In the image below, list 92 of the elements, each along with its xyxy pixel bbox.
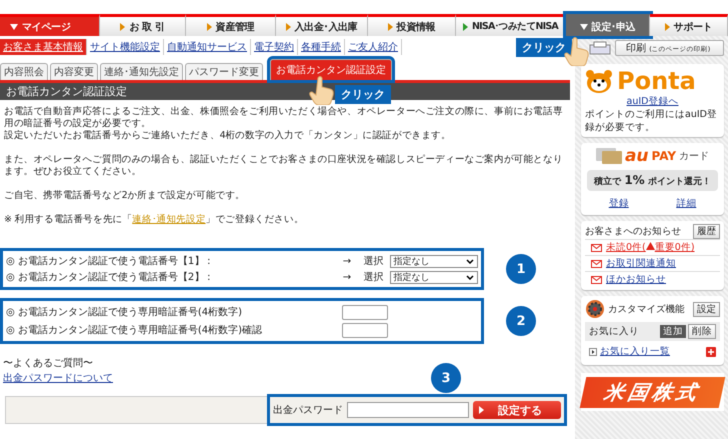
chevron-down-icon — [466, 258, 474, 264]
tab[interactable]: パスワード変更 — [185, 63, 263, 80]
intro-paragraph: ご自宅、携帯電話番号など2か所まで設定が可能です。 — [4, 190, 246, 202]
tab[interactable]: 内容照会 — [0, 63, 48, 80]
phone-select[interactable]: 指定なし — [390, 254, 478, 268]
colon-text: : — [207, 256, 212, 266]
settings-button[interactable]: 設定 — [692, 302, 720, 316]
caret-right-icon — [286, 22, 291, 30]
intro-paragraph: ※ 利用する電話番号を先に「連絡･通知先設定」でご登録ください。 — [4, 214, 305, 226]
favorites-label: お気に入り — [589, 325, 639, 338]
step-badge: 2 — [506, 306, 536, 336]
customize-title: カスタマイズ機能 — [608, 302, 685, 316]
intro-paragraph: お電話で自動音声応答によるご注文、出金、株価照会をご利用いただく場合や、オペレーターへご注文の際に、事前にお電話専用の暗証番号の設定が必要です。 — [4, 106, 564, 130]
bear-face-icon — [585, 69, 613, 93]
faq-heading: 〜よくあるご質問〜 — [3, 356, 94, 371]
caret-right-icon — [120, 22, 126, 30]
envelope-icon — [591, 260, 602, 268]
password-input[interactable] — [347, 402, 469, 418]
unread-link[interactable]: 未読0件( 重要0件) — [606, 241, 695, 254]
hand-pointer-icon — [309, 75, 335, 105]
envelope-icon — [591, 276, 602, 284]
click-callout: クリック — [335, 85, 391, 104]
password-label: 出金パスワード — [273, 404, 343, 417]
printer-icon — [589, 41, 611, 55]
subnav-link[interactable]: 各種手続 — [298, 39, 345, 55]
pin-label: ◎ お電話カンタン認証で使う専用暗証番号(4桁数字) — [6, 306, 244, 319]
subnav-link[interactable]: サイト機能設定 — [87, 39, 164, 55]
nav-tab[interactable]: 入出金･入出庫 — [276, 14, 368, 36]
nav-tab[interactable]: 資産管理 — [186, 14, 276, 36]
ponta-note: ポイントのご利用にはauID登録が必要です。 — [585, 108, 718, 134]
us-stocks-banner[interactable]: 米国株式 — [580, 377, 726, 408]
select-label: 選択 — [363, 255, 384, 268]
chevron-down-icon — [466, 274, 474, 280]
subnav-link[interactable]: お客さま基本情報 — [0, 39, 87, 55]
history-button[interactable]: 履歴 — [692, 224, 720, 239]
pin-input[interactable] — [342, 322, 388, 338]
plus-icon[interactable] — [706, 346, 716, 356]
phone-label: ◎ お電話カンタン認証で使う電話番号【1】 — [6, 254, 206, 268]
subnav-link[interactable]: 電子契約 — [251, 39, 298, 55]
intro-paragraph: 設定いただいたお電話番号からご連絡いただき、4桁の数字の入力で「カンタン」に認証ができます。 — [4, 130, 452, 142]
tab[interactable]: お電話カンタン認証設定 — [270, 59, 392, 80]
nav-tab[interactable]: 設定･申込 — [566, 14, 650, 36]
step-badge: 1 — [506, 254, 536, 284]
tab[interactable]: 内容変更 — [50, 63, 98, 80]
nav-tab[interactable]: 投資情報 — [368, 14, 456, 36]
faq-link[interactable]: 出金パスワードについて — [3, 373, 113, 384]
caret-right-icon — [589, 348, 597, 356]
nav-tab[interactable]: サポート — [650, 14, 728, 36]
nav-tab[interactable]: お 取 引 — [100, 14, 186, 36]
caret-right-icon — [388, 22, 393, 30]
click-callout: クリック — [516, 38, 572, 57]
caret-right-icon — [463, 22, 468, 30]
warning-icon — [646, 242, 655, 250]
caret-down-icon — [580, 24, 588, 30]
select-label: 選択 — [363, 271, 384, 284]
gear-icon — [585, 299, 605, 319]
notice-title: お客さまへのお知らせ — [585, 225, 682, 238]
colon-text: : — [207, 272, 212, 282]
notice-link[interactable]: ほかお知らせ — [606, 273, 666, 286]
card-link[interactable]: 詳細 — [676, 197, 696, 210]
nav-tab[interactable]: マイページ — [0, 14, 100, 36]
tab[interactable]: 連絡･通知先設定 — [100, 63, 183, 80]
credit-card-icon — [596, 148, 622, 164]
favorites-action-button[interactable]: 追加 — [660, 325, 686, 338]
arrow-text: → — [342, 272, 352, 282]
arrow-text: → — [342, 256, 352, 266]
phone-label: ◎ お電話カンタン認証で使う電話番号【2】 — [6, 270, 206, 284]
caret-right-icon — [664, 22, 670, 30]
caret-right-icon — [479, 406, 484, 414]
phone-select[interactable]: 指定なし — [390, 270, 478, 284]
ponta-logo: Ponta — [617, 67, 696, 95]
pin-input[interactable] — [342, 304, 388, 320]
caret-down-icon — [10, 24, 18, 30]
favorites-action-button[interactable]: 削除 — [688, 324, 716, 339]
notice-link[interactable]: お取引関連通知 — [606, 257, 676, 270]
auid-link[interactable]: auID登録へ — [626, 96, 678, 107]
step-badge: 3 — [431, 363, 461, 393]
hand-pointer-icon — [564, 36, 590, 66]
caret-right-icon — [206, 22, 212, 30]
card-link[interactable]: 登録 — [608, 197, 629, 210]
pay-logo: PAY — [652, 149, 676, 163]
pin-label: ◎ お電話カンタン認証で使う専用暗証番号(4桁数字)確認 — [6, 324, 264, 337]
au-logo: au — [624, 146, 649, 166]
card-label: カード — [679, 150, 710, 163]
point-banner: 積立で 1% ポイント還元！ — [587, 170, 718, 191]
favorites-link[interactable]: お気に入り一覧 — [600, 345, 670, 358]
envelope-icon — [591, 244, 602, 252]
intro-paragraph: また、オペレータへご質問のみの場合も、認証いただくことでお客さまの口座状況を確認しスピーディーなご案内が可能となります。ぜひお役立てください。 — [4, 154, 564, 178]
submit-button[interactable]: 設定する — [473, 401, 561, 419]
nav-tab[interactable]: NISA･つみたてNISA — [456, 14, 566, 36]
subnav-link[interactable]: 自動通知サービス — [164, 39, 251, 55]
subnav-link[interactable]: ご友人紹介 — [345, 39, 402, 55]
